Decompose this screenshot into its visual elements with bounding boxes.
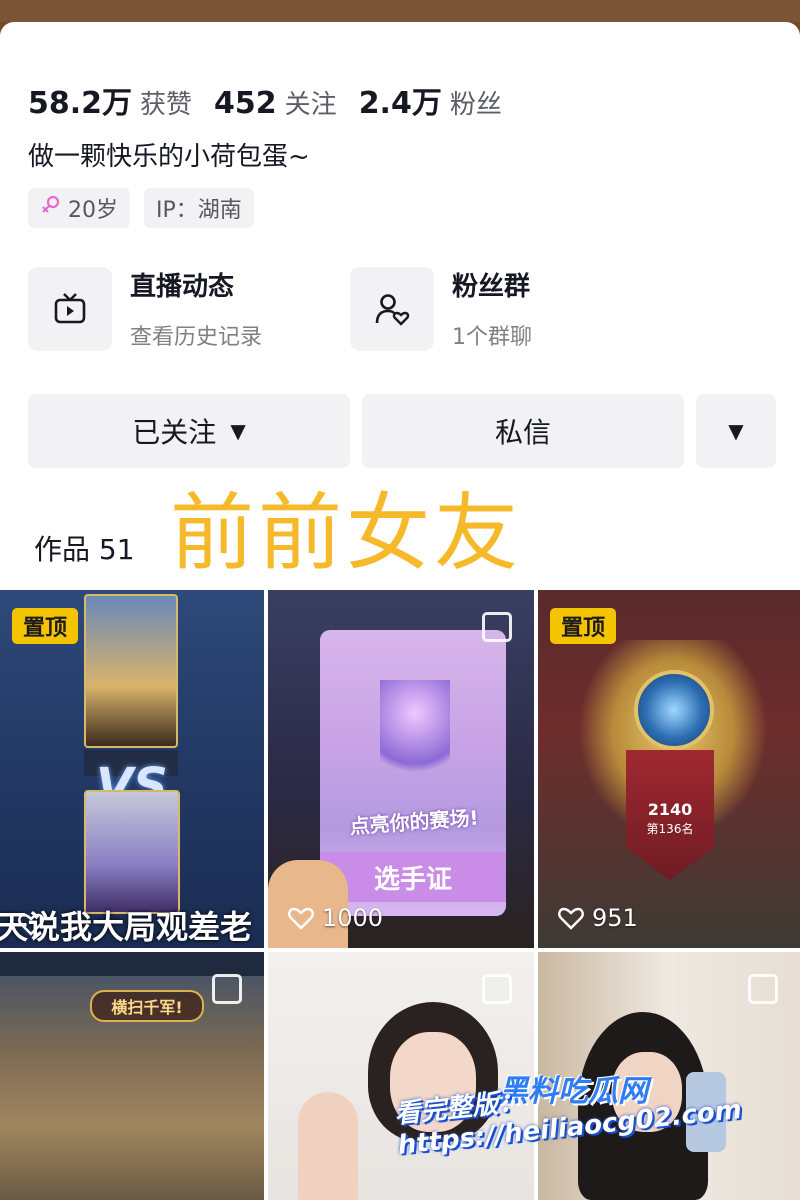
video-tile[interactable]: 2140 第136名 置顶 951 xyxy=(538,590,800,948)
stat-likes[interactable]: 58.2万 获赞 xyxy=(28,78,192,122)
following-button[interactable]: 已关注 ▼ xyxy=(28,394,350,468)
hero-card-image xyxy=(84,594,178,748)
badge-slogan: 点亮你的赛场! xyxy=(348,805,480,839)
female-gender-icon xyxy=(40,194,62,222)
game-kill-banner: 横扫千军! xyxy=(90,990,204,1022)
stat-following-value: 452 xyxy=(214,86,277,121)
tv-icon xyxy=(28,266,112,351)
video-tile[interactable]: VS 置顶 天说我大局观差老 xyxy=(0,590,264,948)
message-button-label: 私信 xyxy=(494,416,551,449)
multi-select-icon xyxy=(212,974,242,1004)
rank-position: 第136名 xyxy=(646,822,694,836)
stat-following[interactable]: 452 关注 xyxy=(214,84,337,121)
pinned-badge: 置顶 xyxy=(12,608,78,644)
pinned-badge: 置顶 xyxy=(550,608,616,644)
multi-select-icon xyxy=(482,974,512,1004)
profile-bio: 做一颗快乐的小荷包蛋~ xyxy=(28,142,310,172)
fan-group-entry[interactable]: 粉丝群 1个群聊 xyxy=(350,266,532,351)
live-history-title: 直播动态 xyxy=(130,272,235,302)
message-button[interactable]: 私信 xyxy=(362,394,684,468)
heart-icon xyxy=(18,912,44,940)
fan-group-subtitle: 1个群聊 xyxy=(452,325,532,350)
stat-fans[interactable]: 2.4万 粉丝 xyxy=(359,78,502,122)
ip-tag-label: IP：湖南 xyxy=(156,198,242,223)
trophy-illustration xyxy=(380,680,450,790)
fan-group-title: 粉丝群 xyxy=(452,272,531,302)
caret-down-icon: ▼ xyxy=(230,419,246,443)
video-tile[interactable]: 横扫千军! xyxy=(0,952,264,1200)
following-button-label: 已关注 xyxy=(132,416,217,449)
live-history-entry[interactable]: 直播动态 查看历史记录 xyxy=(28,266,262,351)
video-tile[interactable]: 点亮你的赛场! 选手证 1000 xyxy=(268,590,534,948)
caret-down-icon: ▼ xyxy=(728,419,744,443)
works-count-label[interactable]: 作品 51 xyxy=(34,528,135,568)
like-count: 1000 xyxy=(288,904,383,932)
stat-fans-value: 2.4万 xyxy=(358,86,442,121)
stat-fans-label: 粉丝 xyxy=(449,90,502,120)
game-scoreboard xyxy=(0,952,264,976)
multi-select-icon xyxy=(482,612,512,642)
profile-tags: 20岁 IP：湖南 xyxy=(28,188,254,228)
like-count: 951 xyxy=(558,904,638,932)
profile-stats: 58.2万 获赞 452 关注 2.4万 粉丝 xyxy=(28,78,502,122)
overlay-caption: 前前女友 xyxy=(170,484,523,582)
top-background-strip xyxy=(0,0,800,22)
hero-card-image xyxy=(84,790,180,914)
stat-likes-value: 58.2万 xyxy=(28,86,133,121)
more-dropdown-button[interactable]: ▼ xyxy=(696,394,776,468)
user-heart-icon xyxy=(350,266,434,351)
age-tag: 20岁 xyxy=(28,188,130,228)
heart-icon xyxy=(558,907,584,930)
player-badge-image: 点亮你的赛场! 选手证 xyxy=(320,630,506,916)
like-count-value: 1000 xyxy=(322,904,384,932)
live-history-subtitle: 查看历史记录 xyxy=(130,325,263,350)
video-tile[interactable] xyxy=(268,952,534,1200)
rank-emblem-gem xyxy=(634,670,714,750)
stat-following-label: 关注 xyxy=(284,90,337,120)
peace-sign-hand xyxy=(298,1092,358,1200)
like-count-value: 951 xyxy=(592,904,638,932)
ip-tag: IP：湖南 xyxy=(144,188,254,228)
multi-select-icon xyxy=(748,974,778,1004)
rank-score: 2140 xyxy=(647,800,693,819)
stat-likes-label: 获赞 xyxy=(140,90,193,120)
heart-icon xyxy=(288,907,314,930)
age-tag-label: 20岁 xyxy=(68,198,118,223)
